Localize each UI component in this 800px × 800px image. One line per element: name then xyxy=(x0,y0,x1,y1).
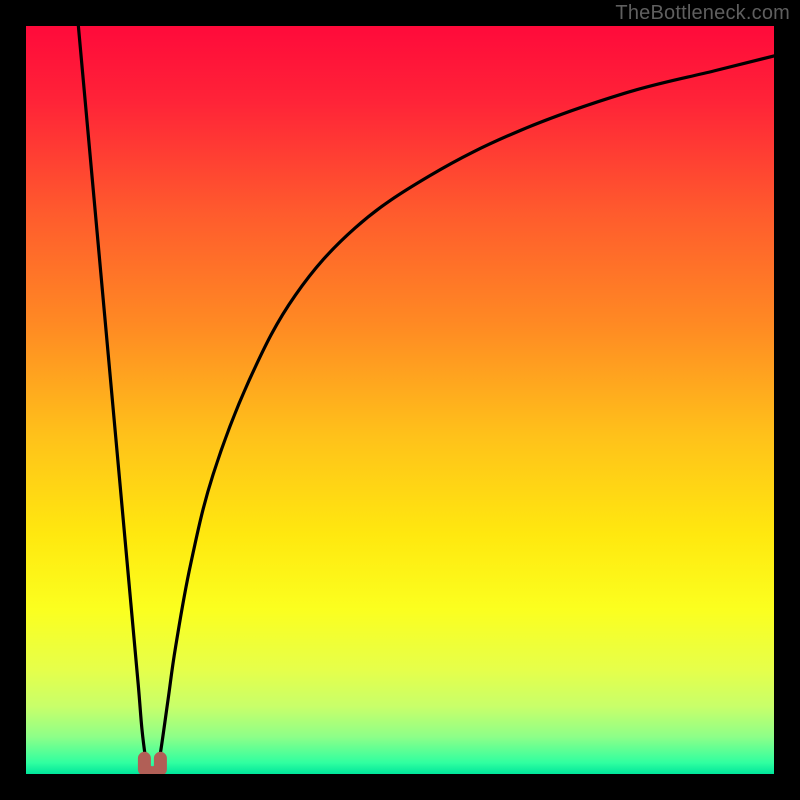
gradient-background xyxy=(26,26,774,774)
chart-frame: TheBottleneck.com xyxy=(0,0,800,800)
bottleneck-chart xyxy=(26,26,774,774)
watermark-text: TheBottleneck.com xyxy=(615,2,790,25)
plot-area xyxy=(26,26,774,774)
